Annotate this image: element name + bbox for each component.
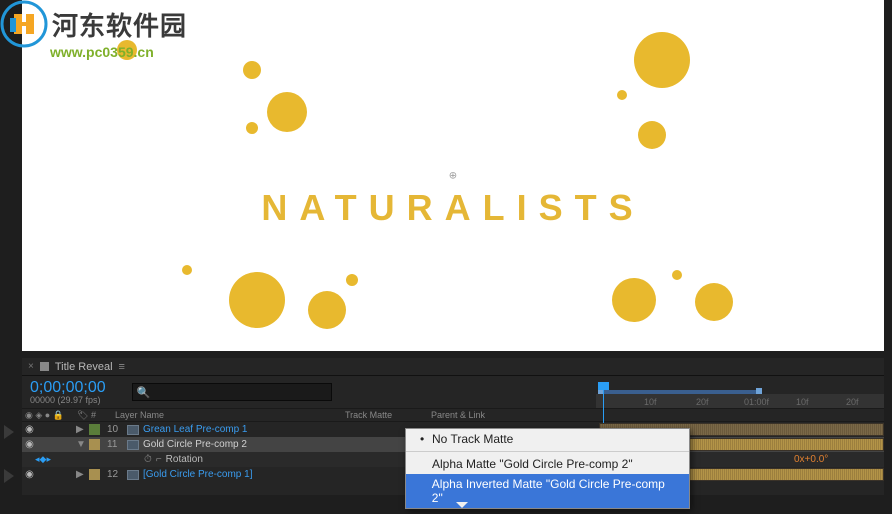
twirl-icon[interactable]: ▶: [76, 424, 86, 435]
next-keyframe-icon[interactable]: ▸: [46, 454, 51, 465]
layer-index: 11: [105, 437, 125, 452]
stopwatch-icon[interactable]: ⏱: [144, 454, 152, 465]
comp-icon: [40, 362, 49, 371]
visibility-toggle[interactable]: ◉: [24, 469, 35, 480]
label-color[interactable]: [89, 424, 100, 435]
ruler-tick: 10f: [796, 397, 809, 407]
layer-column-header: ◉ ◈ ● 🔒 🏷 # Layer Name Track Matte Paren…: [22, 408, 884, 422]
panel-resize-markers: [4, 425, 14, 483]
menu-separator: [406, 451, 689, 452]
visibility-toggle[interactable]: ◉: [24, 424, 35, 435]
label-color[interactable]: [89, 439, 100, 450]
time-ruler[interactable]: 10f 20f 01:00f 10f 20f: [596, 376, 884, 408]
layer-index: 10: [105, 422, 125, 437]
keyframe-diamond-icon[interactable]: ◆: [40, 454, 47, 465]
panel-menu-icon[interactable]: ≡: [119, 361, 125, 373]
menu-item-alpha-matte[interactable]: Alpha Matte "Gold Circle Pre-comp 2": [406, 454, 689, 474]
search-icon: 🔍: [137, 386, 151, 399]
trackmatte-context-menu: • No Track Matte Alpha Matte "Gold Circl…: [405, 428, 690, 509]
ruler-tick: 10f: [644, 397, 657, 407]
precomp-icon: [127, 425, 139, 435]
expression-pickwhip-icon[interactable]: ⌐: [156, 454, 162, 465]
composition-preview: NATURALISTS ⊕: [22, 0, 884, 351]
precomp-icon: [127, 440, 139, 450]
fps-label: 00000 (29.97 fps): [30, 396, 106, 405]
property-value[interactable]: 0x+0.0°: [794, 454, 828, 465]
comp-tab-name[interactable]: Title Reveal: [55, 361, 113, 373]
layer-name[interactable]: Grean Leaf Pre-comp 1: [143, 424, 248, 435]
ruler-tick: 20f: [846, 397, 859, 407]
precomp-icon: [127, 470, 139, 480]
close-tab-icon[interactable]: ×: [28, 361, 34, 372]
marker-arrow-icon: [4, 469, 14, 483]
menu-item-alpha-inverted-matte[interactable]: Alpha Inverted Matte "Gold Circle Pre-co…: [406, 474, 689, 508]
layer-index: 12: [105, 467, 125, 482]
menu-item-no-track-matte[interactable]: • No Track Matte: [406, 429, 689, 449]
layer-search-input[interactable]: 🔍: [132, 383, 332, 401]
timeline-titlebar: × Title Reveal ≡: [22, 358, 884, 376]
property-name[interactable]: Rotation: [166, 454, 203, 465]
layer-name[interactable]: Gold Circle Pre-comp 2: [143, 439, 247, 450]
twirl-icon[interactable]: ▼: [76, 439, 86, 450]
ruler-tick: 20f: [696, 397, 709, 407]
visibility-toggle[interactable]: ◉: [24, 439, 35, 450]
layer-name[interactable]: [Gold Circle Pre-comp 1]: [143, 469, 252, 480]
current-timecode[interactable]: 0;00;00;00 00000 (29.97 fps): [22, 380, 114, 405]
preview-title-text: NATURALISTS: [261, 187, 644, 228]
twirl-icon[interactable]: ▶: [76, 469, 86, 480]
ruler-tick: 01:00f: [744, 397, 769, 407]
registration-mark-icon: ⊕: [449, 170, 457, 181]
label-color[interactable]: [89, 469, 100, 480]
marker-arrow-icon: [4, 425, 14, 439]
bullet-icon: •: [420, 432, 432, 446]
